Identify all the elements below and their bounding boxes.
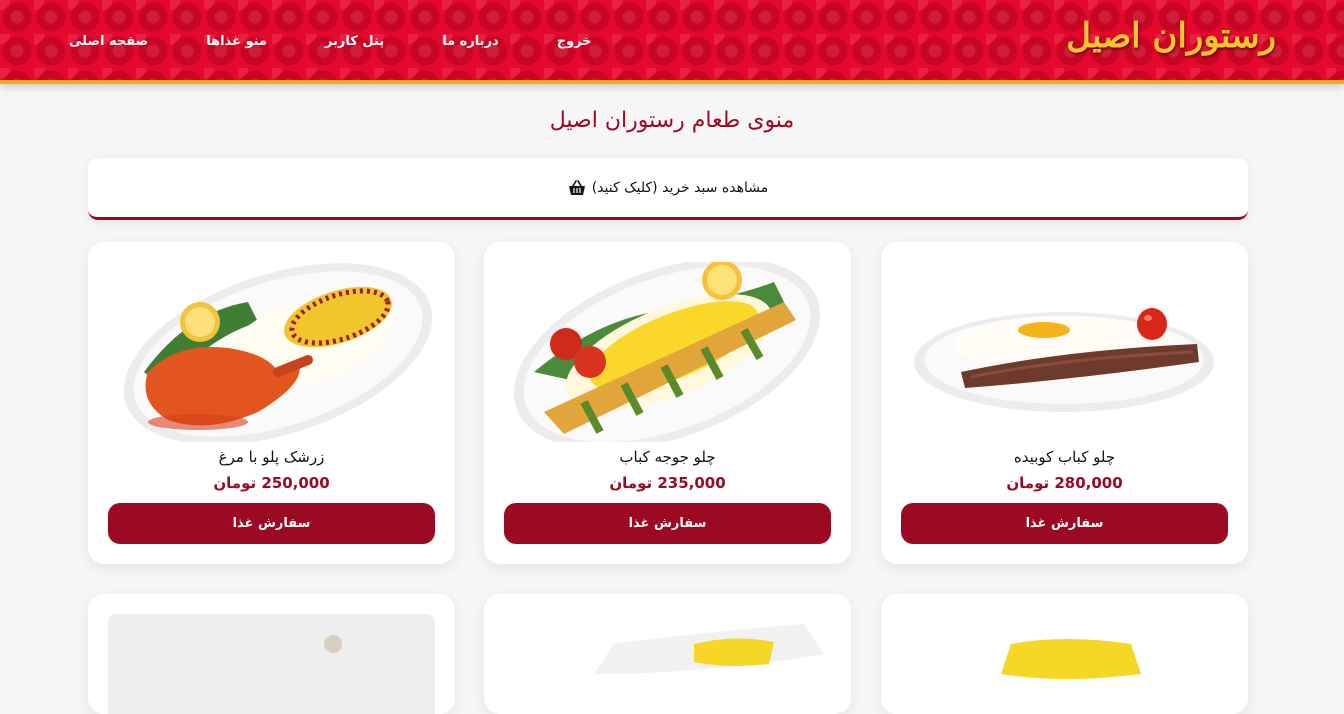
food-image [901, 262, 1228, 442]
food-image [901, 614, 1228, 714]
food-card: چلو جوجه کباب 235,000 تومان سفارش غذا [484, 242, 851, 564]
food-price: 235,000 تومان [609, 474, 726, 492]
cart-label: مشاهده سبد خرید (کلیک کنید) [591, 179, 769, 196]
nav-user-panel[interactable]: پنل کاربر [296, 30, 413, 54]
food-name: چلو جوجه کباب [619, 448, 716, 466]
food-image [108, 614, 435, 714]
view-cart-button[interactable]: مشاهده سبد خرید (کلیک کنید) [88, 158, 1248, 220]
food-card [88, 594, 455, 714]
nav-home[interactable]: صفحه اصلی [40, 30, 177, 54]
order-food-button[interactable]: سفارش غذا [108, 503, 435, 544]
food-price: 280,000 تومان [1006, 474, 1123, 492]
site-header: رستوران اصیل صفحه اصلی منو غذاها پنل کار… [0, 0, 1344, 84]
nav-about[interactable]: درباره ما [413, 30, 528, 54]
food-image [504, 262, 831, 442]
food-name: چلو کباب کوبیده [1013, 448, 1116, 466]
food-image [504, 614, 831, 714]
food-card [881, 594, 1248, 714]
nav-logout[interactable]: خروج [528, 30, 621, 54]
main-nav: صفحه اصلی منو غذاها پنل کاربر درباره ما … [40, 30, 621, 54]
nav-menu[interactable]: منو غذاها [177, 30, 296, 54]
order-food-button[interactable]: سفارش غذا [901, 503, 1228, 544]
food-card: زرشک پلو با مرغ 250,000 تومان سفارش غذا [88, 242, 455, 564]
food-image [108, 262, 435, 442]
food-card [484, 594, 851, 714]
food-name: زرشک پلو با مرغ [218, 448, 325, 466]
page-title: منوی طعام رستوران اصیل [549, 108, 795, 133]
food-card: چلو کباب کوبیده 280,000 تومان سفارش غذا [881, 242, 1248, 564]
order-food-button[interactable]: سفارش غذا [504, 503, 831, 544]
restaurant-logo[interactable]: رستوران اصیل [1066, 16, 1276, 56]
food-price: 250,000 تومان [213, 474, 330, 492]
basket-icon [568, 179, 586, 196]
